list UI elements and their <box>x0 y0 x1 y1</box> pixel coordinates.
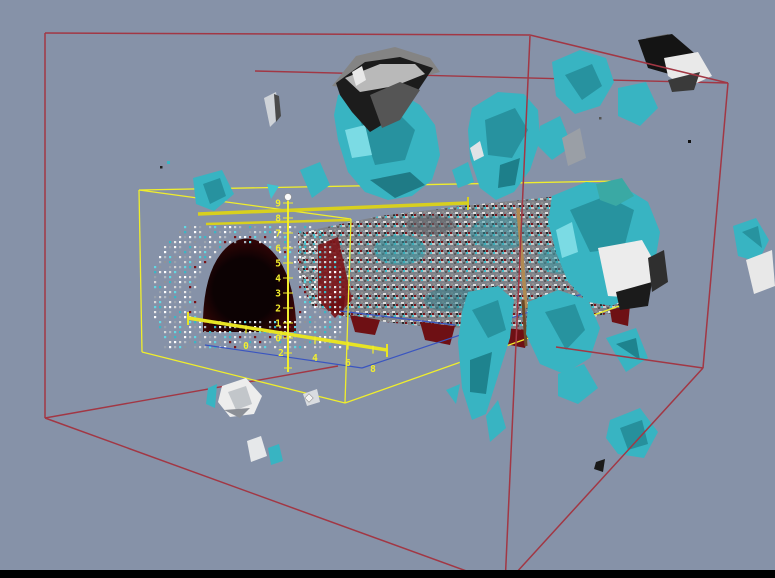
h-ruler-tick-label: 2 <box>278 348 284 359</box>
h-ruler-tick-label: 4 <box>312 353 318 364</box>
v-ruler-tick-label: 3 <box>275 289 281 300</box>
v-ruler-tick-label: 1 <box>275 319 281 330</box>
v-ruler-tick-label: 2 <box>275 304 281 315</box>
letterbox-bar <box>0 570 775 578</box>
v-ruler-tick-label: 0 <box>275 334 281 345</box>
v-ruler-tick-label: 6 <box>275 244 281 255</box>
v-ruler-tick-label: 9 <box>275 199 281 210</box>
v-ruler-tick-label: 7 <box>275 229 281 240</box>
h-ruler-tick-label: 8 <box>370 364 376 375</box>
probe-sphere-handle[interactable] <box>285 194 292 201</box>
scene-canvas: 0 2 4 6 8 9 8 7 6 5 4 3 2 1 0 <box>0 0 775 578</box>
v-ruler-tick-label: 5 <box>275 259 281 270</box>
h-ruler-tick-label: 6 <box>345 358 351 369</box>
v-ruler-tick-label: 4 <box>275 274 281 285</box>
v-ruler-tick-label: 8 <box>275 214 281 225</box>
render-viewport[interactable]: 0 2 4 6 8 9 8 7 6 5 4 3 2 1 0 <box>0 0 775 578</box>
h-ruler-tick-label: 0 <box>243 341 249 352</box>
